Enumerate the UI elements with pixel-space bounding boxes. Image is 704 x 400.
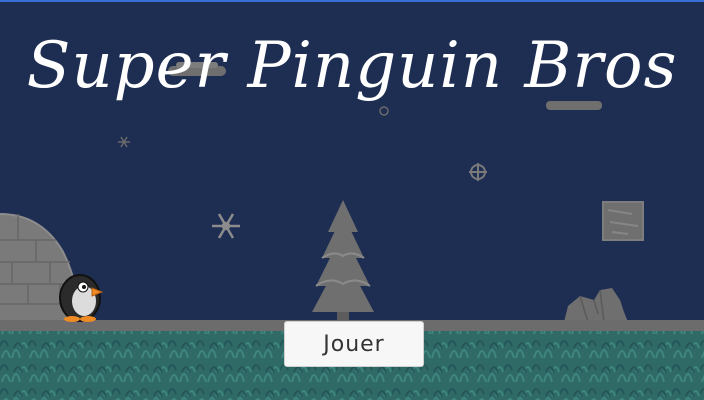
snowflake-icon xyxy=(118,136,130,148)
play-button[interactable]: Jouer xyxy=(284,321,424,367)
ice-block xyxy=(602,201,644,241)
game-title: Super Pinguin Bros xyxy=(26,29,678,103)
snowflake-icon xyxy=(212,213,240,239)
rock-pile xyxy=(564,288,628,323)
pine-tree xyxy=(312,200,374,322)
penguin-character xyxy=(59,274,104,322)
snowflake-icon xyxy=(469,163,487,181)
snowflake-icon xyxy=(379,106,389,116)
